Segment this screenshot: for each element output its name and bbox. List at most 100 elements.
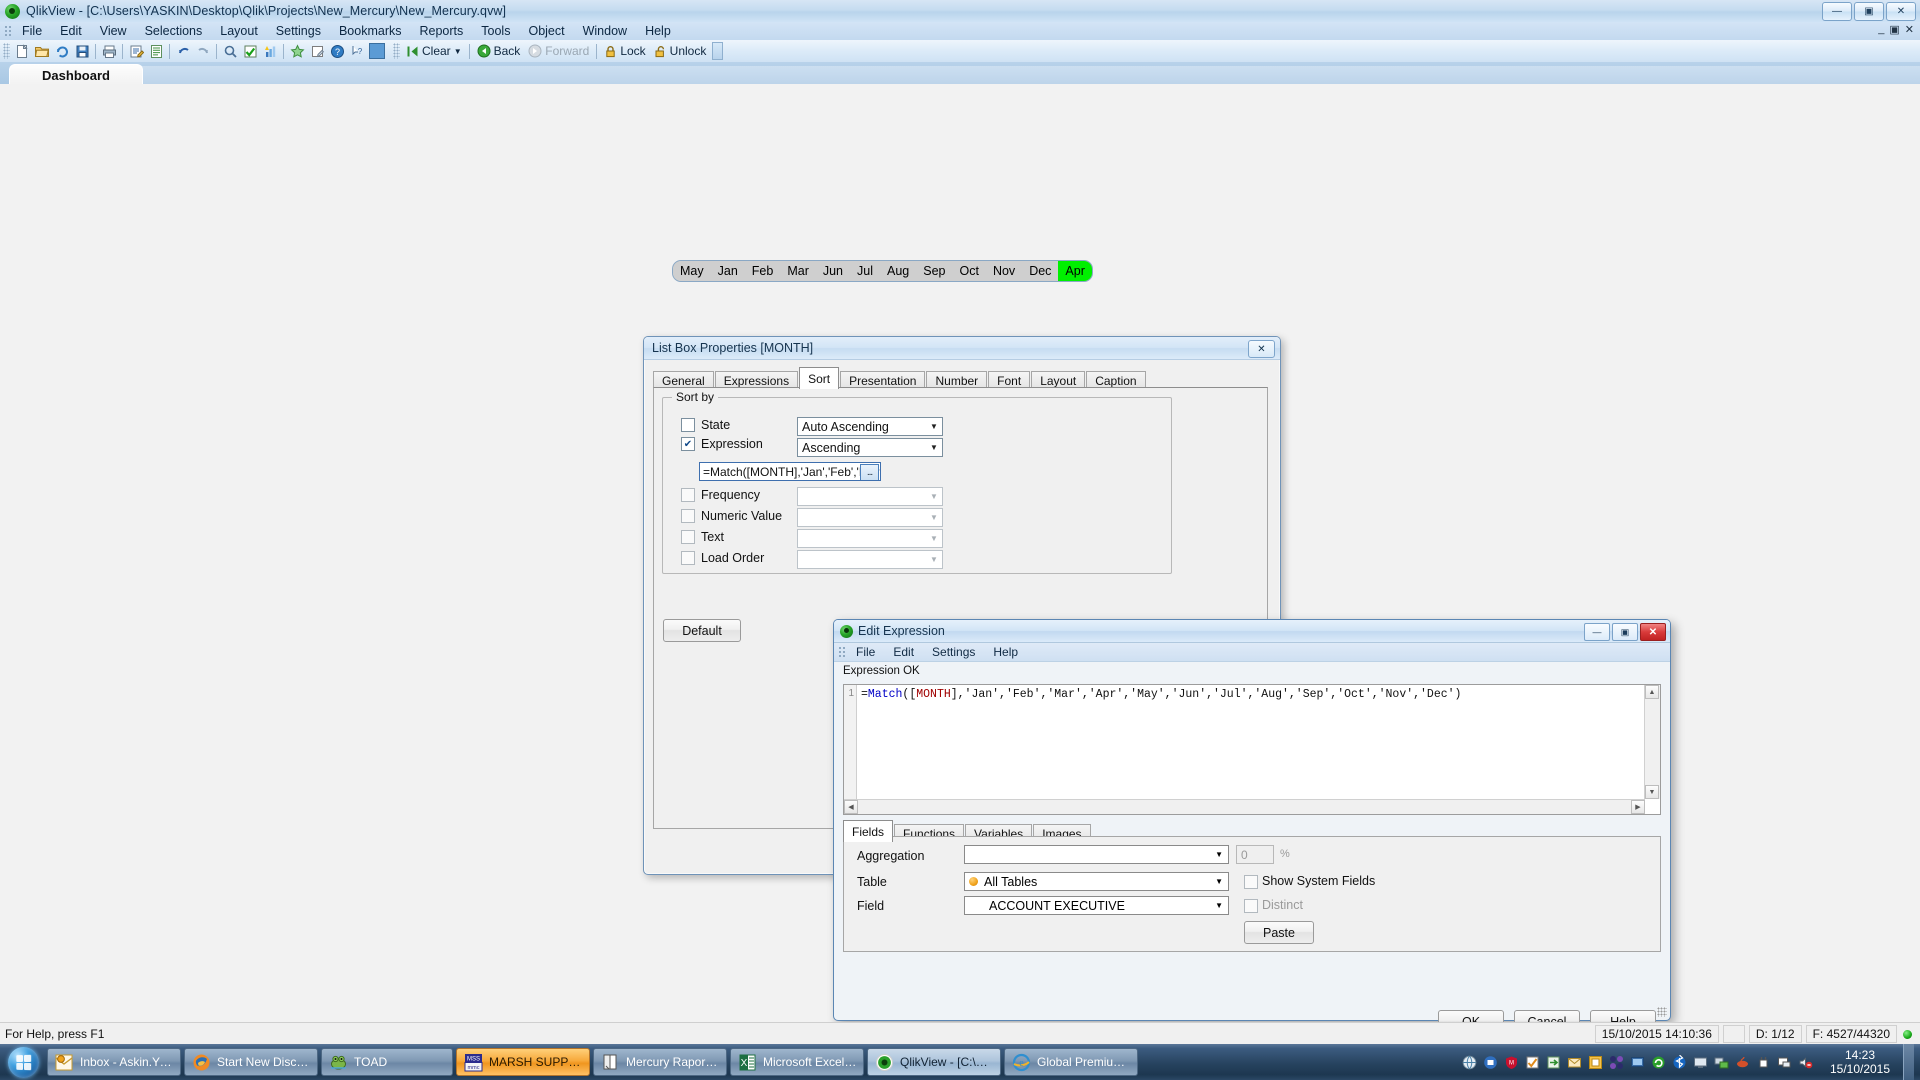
- month-cell-jan[interactable]: Jan: [710, 261, 745, 281]
- tray-plug-icon[interactable]: [1755, 1054, 1771, 1070]
- selection-toolbar-grip-icon[interactable]: [393, 43, 400, 59]
- search-icon[interactable]: [220, 42, 240, 61]
- state-checkbox[interactable]: [681, 418, 695, 432]
- state-combo[interactable]: Auto Ascending ▼: [797, 417, 943, 436]
- editor-vertical-scrollbar[interactable]: ▲ ▼: [1644, 685, 1660, 799]
- load-order-checkbox[interactable]: [681, 551, 695, 565]
- numeric-value-checkbox[interactable]: [681, 509, 695, 523]
- menu-object[interactable]: Object: [519, 23, 573, 39]
- month-cell-dec[interactable]: Dec: [1022, 261, 1059, 281]
- tray-monitor-icon[interactable]: [1629, 1054, 1645, 1070]
- scroll-up-icon[interactable]: ▲: [1645, 685, 1659, 699]
- redo-icon[interactable]: [193, 42, 213, 61]
- field-combo[interactable]: ACCOUNT EXECUTIVE ▼: [964, 896, 1229, 915]
- expression-order-combo[interactable]: Ascending ▼: [797, 438, 943, 457]
- menu-edit[interactable]: Edit: [51, 23, 91, 39]
- taskbar-item-toad[interactable]: TOAD: [321, 1048, 453, 1076]
- menu-file[interactable]: File: [13, 23, 51, 39]
- chevron-down-icon[interactable]: ▼: [926, 439, 942, 456]
- table-viewer-icon[interactable]: [146, 42, 166, 61]
- window-close-button[interactable]: ✕: [1886, 2, 1916, 21]
- taskbar-item-mercury-raporu[interactable]: Mercury Raporu [...: [593, 1048, 727, 1076]
- clear-button[interactable]: Clear ▼: [402, 44, 466, 58]
- lock-button[interactable]: Lock: [600, 44, 649, 58]
- tray-app-icon[interactable]: [1482, 1054, 1498, 1070]
- tab-fields[interactable]: Fields: [843, 820, 894, 842]
- scroll-right-icon[interactable]: ▶: [1631, 800, 1645, 814]
- month-listbox[interactable]: May Jan Feb Mar Jun Jul Aug Sep Oct Nov …: [672, 260, 1093, 282]
- notes-icon[interactable]: [307, 42, 327, 61]
- chevron-down-icon[interactable]: ▼: [926, 418, 942, 435]
- menu-view[interactable]: View: [91, 23, 136, 39]
- tray-volume-muted-icon[interactable]: [1797, 1054, 1813, 1070]
- text-checkbox[interactable]: [681, 530, 695, 544]
- current-selections-icon[interactable]: [240, 42, 260, 61]
- window-minimize-button[interactable]: —: [1822, 2, 1852, 21]
- window-maximize-button[interactable]: ▣: [1854, 2, 1884, 21]
- menu-layout[interactable]: Layout: [211, 23, 267, 39]
- aggregation-combo[interactable]: ▼: [964, 845, 1229, 864]
- reload-icon[interactable]: [52, 42, 72, 61]
- tray-bluetooth-icon[interactable]: [1671, 1054, 1687, 1070]
- edit-expression-menu-help[interactable]: Help: [984, 645, 1027, 659]
- month-cell-sep[interactable]: Sep: [916, 261, 953, 281]
- chevron-down-icon[interactable]: ▼: [926, 530, 942, 547]
- chevron-down-icon[interactable]: ▼: [1215, 877, 1228, 886]
- resize-grip-icon[interactable]: [1657, 1007, 1667, 1017]
- start-button[interactable]: [3, 1045, 43, 1079]
- chevron-down-icon[interactable]: ▼: [1215, 850, 1228, 859]
- show-system-fields-checkbox[interactable]: [1244, 875, 1258, 889]
- taskbar-item-firefox[interactable]: Start New Discuss...: [184, 1048, 318, 1076]
- month-cell-oct[interactable]: Oct: [952, 261, 986, 281]
- edit-expression-restore-button[interactable]: ▣: [1612, 623, 1638, 641]
- undo-icon[interactable]: [173, 42, 193, 61]
- chevron-down-icon[interactable]: ▼: [926, 509, 942, 526]
- expression-checkbox[interactable]: ✔: [681, 437, 695, 451]
- tray-mail-icon[interactable]: [1566, 1054, 1582, 1070]
- edit-expression-menu-settings[interactable]: Settings: [923, 645, 984, 659]
- context-help-icon[interactable]: ?: [347, 42, 367, 61]
- clear-dropdown-icon[interactable]: ▼: [454, 47, 462, 56]
- scroll-left-icon[interactable]: ◀: [844, 800, 858, 814]
- numeric-value-combo[interactable]: ▼: [797, 508, 943, 527]
- menubar-grip-icon[interactable]: [3, 24, 11, 38]
- tray-export-icon[interactable]: [1545, 1054, 1561, 1070]
- chevron-down-icon[interactable]: ▼: [926, 488, 942, 505]
- menu-bookmarks[interactable]: Bookmarks: [330, 23, 411, 39]
- tab-sort[interactable]: Sort: [799, 367, 840, 389]
- expression-editor-button[interactable]: ...: [860, 464, 879, 480]
- menu-window[interactable]: Window: [574, 23, 636, 39]
- new-document-icon[interactable]: [12, 42, 32, 61]
- open-document-icon[interactable]: [32, 42, 52, 61]
- tray-mcafee-icon[interactable]: M: [1503, 1054, 1519, 1070]
- distinct-checkbox[interactable]: [1244, 899, 1258, 913]
- menu-reports[interactable]: Reports: [411, 23, 473, 39]
- edit-expression-minimize-button[interactable]: —: [1584, 623, 1610, 641]
- frequency-combo[interactable]: ▼: [797, 487, 943, 506]
- edit-expression-menu-edit[interactable]: Edit: [884, 645, 923, 659]
- tray-java-icon[interactable]: [1734, 1054, 1750, 1070]
- document-minimize-button[interactable]: _: [1878, 23, 1884, 36]
- save-icon[interactable]: [72, 42, 92, 61]
- tray-sync-icon[interactable]: [1650, 1054, 1666, 1070]
- month-cell-mar[interactable]: Mar: [780, 261, 816, 281]
- text-combo[interactable]: ▼: [797, 529, 943, 548]
- chevron-down-icon[interactable]: ▼: [926, 551, 942, 568]
- taskbar-item-excel[interactable]: X Microsoft Excel - ...: [730, 1048, 864, 1076]
- menu-selections[interactable]: Selections: [136, 23, 212, 39]
- taskbar-clock[interactable]: 14:23 15/10/2015: [1823, 1048, 1897, 1076]
- month-cell-apr[interactable]: Apr: [1058, 261, 1092, 281]
- sort-expression-input[interactable]: =Match([MONTH],'Jan','Feb','Mar','Apr ..…: [699, 462, 881, 481]
- month-cell-may[interactable]: May: [673, 261, 711, 281]
- taskbar-item-internet-explorer[interactable]: e Global Premium ...: [1004, 1048, 1138, 1076]
- edit-expression-close-button[interactable]: ✕: [1640, 623, 1666, 641]
- load-order-combo[interactable]: ▼: [797, 550, 943, 569]
- taskbar-item-outlook[interactable]: Inbox - Askin.Yildi...: [47, 1048, 181, 1076]
- toolbar-overflow-button[interactable]: [712, 42, 724, 60]
- sheet-tab-dashboard[interactable]: Dashboard: [9, 64, 143, 85]
- chevron-down-icon[interactable]: ▼: [1215, 901, 1228, 910]
- menu-tools[interactable]: Tools: [472, 23, 519, 39]
- edit-expression-menu-file[interactable]: File: [847, 645, 884, 659]
- document-close-button[interactable]: ✕: [1905, 23, 1914, 36]
- quick-chart-icon[interactable]: [260, 42, 280, 61]
